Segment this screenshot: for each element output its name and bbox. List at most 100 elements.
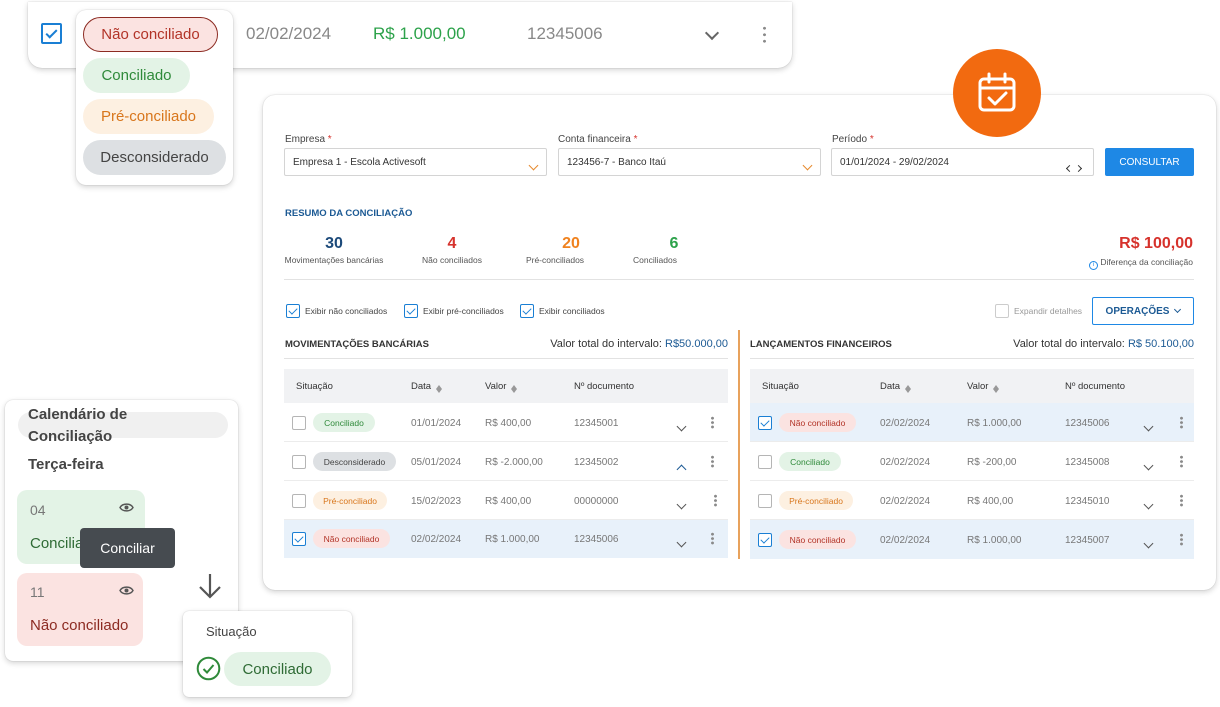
diff-value: R$ 100,00: [1119, 235, 1193, 252]
row-checkbox[interactable]: [758, 455, 772, 469]
status-option-nao-conciliado[interactable]: Não conciliado: [83, 17, 218, 52]
more-icon[interactable]: [1180, 416, 1183, 434]
row-checkbox[interactable]: [758, 494, 772, 508]
row-checkbox[interactable]: [292, 416, 306, 430]
status-badge[interactable]: Pré-conciliado: [779, 491, 853, 510]
row-value: R$ 400,00: [485, 496, 532, 507]
row-checkbox[interactable]: [758, 533, 772, 547]
row-doc: 12345007: [1065, 535, 1110, 546]
status-badge[interactable]: Desconsiderado: [313, 452, 396, 471]
status-badge[interactable]: Não conciliado: [313, 529, 390, 548]
conta-select[interactable]: 123456-7 - Banco Itaú: [558, 148, 821, 176]
left-table-rule: [284, 358, 728, 359]
day-number: 11: [30, 584, 45, 600]
chevron-down-icon[interactable]: [1143, 534, 1154, 552]
eye-icon[interactable]: [119, 502, 134, 513]
row-date: 05/01/2024: [411, 457, 462, 468]
col-data[interactable]: Data: [880, 381, 912, 393]
col-documento: Nº documento: [1065, 381, 1125, 392]
chevron-down-icon[interactable]: [1143, 456, 1154, 474]
calendar-title: Calendário de Conciliação: [28, 406, 128, 445]
conta-label: Conta financeira *: [558, 134, 638, 145]
chevron-down-icon[interactable]: [676, 417, 687, 435]
more-icon[interactable]: [714, 494, 717, 512]
row-date: 02/02/2024: [880, 535, 931, 546]
more-icon[interactable]: [711, 532, 714, 550]
more-icon[interactable]: [1180, 533, 1183, 551]
checkbox[interactable]: [995, 304, 1009, 318]
day-status: Concilia: [30, 535, 84, 552]
chevron-down-icon: [528, 156, 539, 174]
check-circle-icon: [196, 656, 221, 681]
chevron-up-icon[interactable]: [676, 460, 687, 478]
day-number: 04: [30, 502, 46, 518]
checkbox[interactable]: [286, 304, 300, 318]
status-option-conciliado[interactable]: Conciliado: [83, 58, 190, 93]
option-show-pre[interactable]: Exibir pré-conciliados: [404, 304, 504, 318]
calendar-check-icon: [978, 72, 1016, 112]
top-row-value: R$ 1.000,00: [373, 24, 466, 43]
more-icon[interactable]: [1180, 455, 1183, 473]
more-icon[interactable]: [711, 416, 714, 434]
more-icon[interactable]: [711, 455, 714, 473]
status-badge[interactable]: Não conciliado: [779, 530, 856, 549]
row-value: R$ -200,00: [967, 457, 1017, 468]
situacao-value[interactable]: Conciliado: [224, 652, 331, 686]
more-icon[interactable]: [763, 25, 766, 48]
row-doc: 12345006: [574, 534, 619, 545]
situacao-label: Situação: [206, 624, 257, 639]
chevron-down-icon: [802, 156, 813, 174]
right-table-title: LANÇAMENTOS FINANCEIROS: [750, 339, 892, 350]
row-doc: 12345008: [1065, 457, 1110, 468]
row-checkbox[interactable]: [292, 532, 306, 546]
more-icon[interactable]: [1180, 494, 1183, 512]
option-show-conc[interactable]: Exibir conciliados: [520, 304, 605, 318]
diff-label: i Diferença da conciliação: [1060, 257, 1193, 270]
periodo-field[interactable]: 01/01/2024 - 29/02/2024: [831, 148, 1094, 176]
status-badge[interactable]: Não conciliado: [779, 413, 856, 432]
chevron-down-icon[interactable]: [676, 495, 687, 513]
col-valor[interactable]: Valor: [485, 381, 518, 393]
next-period-icon[interactable]: [1074, 158, 1083, 176]
chevron-down-icon[interactable]: [1143, 417, 1154, 435]
option-expand[interactable]: Expandir detalhes: [995, 304, 1082, 318]
info-icon: i: [1089, 261, 1099, 270]
status-option-desconsiderado[interactable]: Desconsiderado: [83, 140, 226, 175]
row-date: 02/02/2024: [880, 457, 931, 468]
status-option-pre-conciliado[interactable]: Pré-conciliado: [83, 99, 214, 134]
status-badge[interactable]: Pré-conciliado: [313, 491, 387, 510]
row-date: 02/02/2024: [880, 496, 931, 507]
expand-chevron-icon[interactable]: [704, 25, 720, 43]
stat-nao-conciliados: 4 Não conciliados: [421, 235, 482, 265]
row-checkbox[interactable]: [758, 416, 772, 430]
col-valor[interactable]: Valor: [967, 381, 1000, 393]
consultar-button[interactable]: CONSULTAR: [1105, 148, 1194, 176]
empresa-label: Empresa *: [285, 134, 332, 145]
check-icon: [45, 26, 58, 39]
right-table-rule: [750, 358, 1194, 359]
status-badge[interactable]: Conciliado: [779, 452, 841, 471]
day-status: Não conciliado: [30, 617, 129, 634]
option-show-nao[interactable]: Exibir não conciliados: [286, 304, 387, 318]
eye-icon[interactable]: [119, 585, 134, 596]
col-data[interactable]: Data: [411, 381, 443, 393]
checkbox[interactable]: [520, 304, 534, 318]
row-checkbox[interactable]: [292, 455, 306, 469]
empresa-select[interactable]: Empresa 1 - Escola Activesoft: [284, 148, 547, 176]
chevron-down-icon[interactable]: [1143, 495, 1154, 513]
status-badge[interactable]: Conciliado: [313, 413, 375, 432]
stat-movimentacoes: 30 Movimentações bancárias: [284, 235, 384, 265]
chevron-down-icon[interactable]: [676, 533, 687, 551]
top-row-checkbox[interactable]: [41, 23, 62, 44]
calendar-day-11[interactable]: 11 Não conciliado: [17, 573, 143, 646]
row-date: 01/01/2024: [411, 418, 462, 429]
operacoes-button[interactable]: OPERAÇÕES: [1092, 297, 1194, 325]
row-value: R$ 1.000,00: [967, 418, 1022, 429]
checkbox[interactable]: [404, 304, 418, 318]
prev-period-icon[interactable]: [1065, 158, 1074, 176]
row-doc: 12345010: [1065, 496, 1110, 507]
arrow-down-icon: [199, 574, 221, 599]
row-value: R$ 1.000,00: [485, 534, 540, 545]
tables-divider: [738, 330, 740, 559]
row-checkbox[interactable]: [292, 494, 306, 508]
